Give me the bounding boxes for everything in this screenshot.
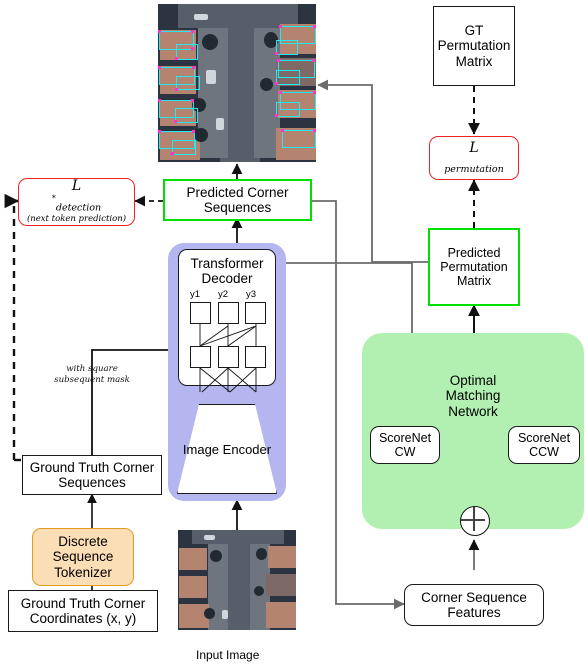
scorenet-ccw-line-1: ScoreNet — [517, 431, 571, 445]
gt-coords-line-1: Ground Truth Corner — [20, 595, 146, 611]
input-image-caption: Input Image — [196, 648, 260, 662]
detection-loss-symbol: L — [71, 178, 82, 195]
input-aerial-image — [178, 530, 296, 630]
encoder-line-2: Encoder — [222, 441, 272, 457]
tokenizer-line-3: Tokenizer — [54, 564, 112, 580]
predicted-permutation-matrix-box: Predicted Permutation Matrix — [428, 228, 520, 306]
optimal-matching-network-label: Optimal Matching Network — [418, 368, 528, 424]
sum-node-vertical — [473, 507, 475, 531]
predicted-corner-sequences-box: Predicted Corner Sequences — [163, 179, 312, 221]
tokenizer-line-1: Discrete — [58, 534, 108, 550]
mask-annotation: with square subsequent mask — [42, 364, 142, 385]
encoder-line-1: Image — [182, 441, 220, 457]
token-label-y3: y3 — [246, 289, 257, 300]
scorenet-cw-box: ScoreNet CW — [370, 426, 440, 464]
permutation-loss-label: Lpermutation — [444, 139, 504, 175]
scorenet-ccw-line-2: CCW — [529, 445, 559, 459]
wire-gtseq-to-lossdetection — [4, 193, 19, 460]
image-encoder-box: Image Encoder — [177, 404, 277, 494]
detection-loss-note: (next token prediction) — [26, 214, 127, 225]
corner-feats-line-2: Features — [447, 605, 501, 620]
scorenet-ccw-box: ScoreNet CCW — [508, 426, 580, 464]
scorenet-cw-line-1: ScoreNet — [378, 431, 432, 445]
gt-seq-line-1: Ground Truth Corner — [29, 459, 155, 475]
permutation-loss-subscript: permutation — [444, 163, 504, 175]
omn-line-2: Matching — [445, 388, 501, 404]
mask-note-line-2: subsequent — [54, 374, 105, 385]
wire-predperm-to-aerial — [317, 79, 428, 263]
gt-perm-line-1: GT — [464, 23, 484, 39]
token-grid: y1 y2 y3 — [190, 289, 266, 393]
mask-note-line-3: mask — [106, 374, 130, 385]
ground-truth-corner-coordinates-box: Ground Truth Corner Coordinates (x, y) — [8, 590, 158, 632]
gt-permutation-matrix-box: GT Permutation Matrix — [433, 6, 515, 86]
gt-perm-line-2: Permutation — [437, 38, 511, 54]
gt-coords-line-2: Coordinates (x, y) — [29, 611, 137, 626]
predicted-corners-aerial-image — [158, 4, 316, 162]
token-label-y1: y1 — [190, 289, 201, 300]
permutation-loss-symbol: L — [469, 139, 479, 156]
mask-note-line-1: with square — [66, 364, 118, 374]
pred-perm-line-3: Matrix — [456, 274, 492, 288]
detection-loss-label: L *detection — [27, 179, 126, 214]
corner-feats-line-1: Corner Sequence — [421, 589, 527, 605]
pred-seq-line-2: Sequences — [203, 200, 272, 215]
omn-line-1: Optimal — [449, 373, 497, 389]
tokenizer-line-2: Sequence — [52, 549, 114, 565]
token-label-y2: y2 — [218, 289, 229, 300]
scorenet-cw-line-2: CW — [394, 445, 416, 459]
omn-line-3: Network — [448, 403, 498, 419]
decoder-line-1: Transformer — [190, 256, 264, 271]
discrete-sequence-tokenizer-box: Discrete Sequence Tokenizer — [32, 528, 134, 586]
detection-loss-box: L *detection (next token prediction) — [18, 178, 135, 226]
token-attention-lines — [199, 324, 257, 393]
permutation-loss-box: Lpermutation — [429, 136, 519, 180]
gt-perm-line-3: Matrix — [455, 53, 493, 69]
ground-truth-corner-sequences-box: Ground Truth Corner Sequences — [22, 455, 162, 495]
image-encoder-label: Image Encoder — [177, 404, 277, 494]
decoder-line-2: Decoder — [201, 271, 253, 287]
pred-seq-line-1: Predicted Corner — [186, 184, 289, 200]
corner-sequence-features-box: Corner Sequence Features — [404, 584, 544, 626]
detection-loss-subscript: detection — [55, 202, 102, 214]
pred-perm-line-1: Predicted — [447, 246, 501, 260]
diagram-canvas: GT Permutation Matrix Lpermutation Predi… — [0, 0, 588, 672]
summation-node — [460, 506, 490, 536]
pred-perm-line-2: Permutation — [440, 260, 508, 274]
gt-seq-line-2: Sequences — [58, 475, 126, 490]
